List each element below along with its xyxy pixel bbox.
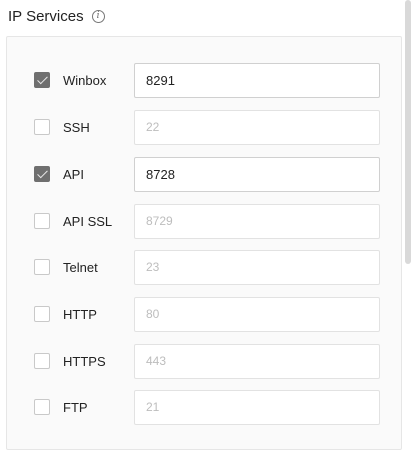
service-label: SSH <box>63 119 90 135</box>
info-icon[interactable]: i <box>91 9 105 23</box>
enable-checkbox[interactable] <box>34 259 50 275</box>
service-row-ftp: FTP 21 <box>7 389 401 425</box>
service-label: HTTPS <box>63 353 106 369</box>
service-label: API <box>63 166 84 182</box>
scrollbar[interactable] <box>405 0 411 264</box>
service-row-https: HTTPS 443 <box>7 343 401 379</box>
service-label: FTP <box>63 399 88 415</box>
enable-checkbox[interactable] <box>34 306 50 322</box>
service-row-api: API 8728 <box>7 156 401 192</box>
port-input[interactable]: 22 <box>134 109 380 145</box>
enable-checkbox[interactable] <box>34 399 50 415</box>
port-input[interactable]: 21 <box>134 389 380 425</box>
service-label: API SSL <box>63 213 113 229</box>
enable-checkbox[interactable] <box>34 166 50 182</box>
ip-services-panel: Winbox 8291 SSH 22 API 8728 API SSL 8729 Telnet 2… <box>6 36 402 450</box>
port-input[interactable]: 443 <box>134 343 380 379</box>
service-label: Winbox <box>63 72 107 88</box>
service-label: HTTP <box>63 306 97 322</box>
port-input[interactable]: 23 <box>134 249 380 285</box>
enable-checkbox[interactable] <box>34 213 50 229</box>
service-row-api-ssl: API SSL 8729 <box>7 203 401 239</box>
section-header: IP Services i <box>8 4 105 28</box>
service-row-telnet: Telnet 23 <box>7 249 401 285</box>
page-title: IP Services <box>8 7 84 25</box>
port-input[interactable]: 8728 <box>134 156 380 192</box>
port-input[interactable]: 8729 <box>134 203 380 239</box>
service-row-http: HTTP 80 <box>7 296 401 332</box>
service-row-ssh: SSH 22 <box>7 109 401 145</box>
enable-checkbox[interactable] <box>34 353 50 369</box>
enable-checkbox[interactable] <box>34 119 50 135</box>
enable-checkbox[interactable] <box>34 72 50 88</box>
port-input[interactable]: 8291 <box>134 62 380 98</box>
port-input[interactable]: 80 <box>134 296 380 332</box>
service-row-winbox: Winbox 8291 <box>7 62 401 98</box>
service-label: Telnet <box>63 259 98 275</box>
